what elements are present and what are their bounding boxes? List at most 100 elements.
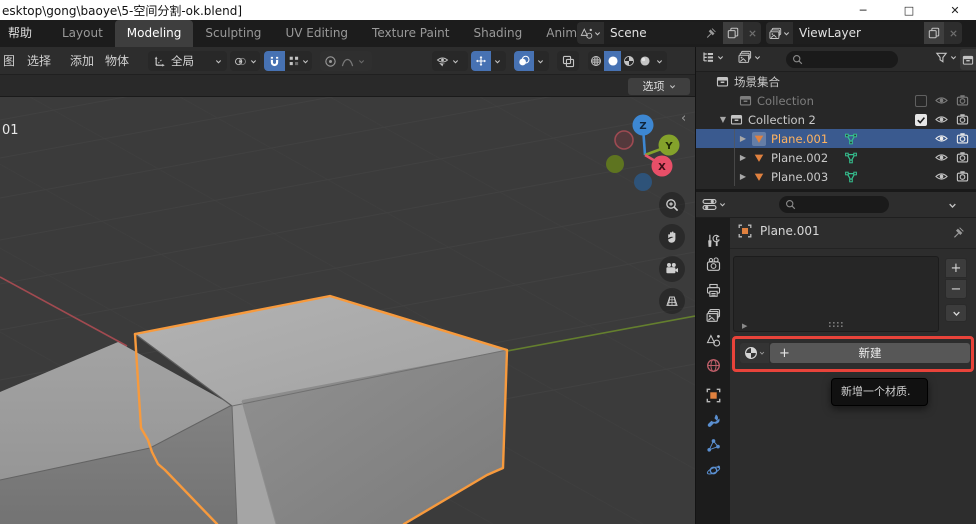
pin-icon[interactable] bbox=[952, 226, 965, 239]
disclosure-closed-icon[interactable]: ▶ bbox=[738, 134, 748, 143]
menu-select[interactable]: 选择 bbox=[27, 47, 51, 75]
grip-dots-icon[interactable] bbox=[829, 322, 847, 327]
show-gizmo-visibility-dropdown[interactable] bbox=[432, 51, 468, 71]
disclosure-open-icon[interactable]: ▼ bbox=[718, 115, 728, 124]
chevron-down-icon[interactable] bbox=[653, 58, 666, 65]
properties-search-input[interactable] bbox=[779, 196, 889, 213]
eye-icon[interactable] bbox=[935, 151, 948, 164]
expand-triangle-icon[interactable]: ▶ bbox=[742, 322, 747, 330]
outliner-row-plane-001[interactable]: ▶ Plane.001 bbox=[696, 129, 976, 148]
editor-type-dropdown[interactable] bbox=[701, 50, 724, 64]
chevron-down-icon[interactable] bbox=[491, 58, 504, 65]
scene-unlink-button[interactable] bbox=[743, 22, 761, 44]
tab-sculpting[interactable]: Sculpting bbox=[193, 20, 273, 47]
camera-visibility-icon[interactable] bbox=[956, 132, 969, 145]
navigation-gizmo[interactable]: Z Y X bbox=[598, 103, 693, 198]
view-layer-browse-button[interactable] bbox=[766, 22, 793, 44]
snap-toggle-button[interactable] bbox=[264, 51, 285, 71]
outliner-search-input[interactable] bbox=[786, 51, 898, 68]
eye-icon[interactable] bbox=[935, 113, 948, 126]
shading-rendered-button[interactable] bbox=[637, 51, 653, 71]
outliner-row-collection[interactable]: Collection bbox=[696, 91, 976, 110]
chevron-down-icon[interactable] bbox=[534, 58, 547, 65]
pin-icon[interactable] bbox=[705, 27, 717, 39]
new-material-button[interactable]: + 新建 bbox=[770, 343, 970, 363]
outliner-row-plane-003[interactable]: ▶ Plane.003 bbox=[696, 167, 976, 186]
gizmo-neg-z-ball[interactable] bbox=[634, 173, 652, 191]
maximize-button[interactable]: □ bbox=[894, 1, 924, 19]
tab-render[interactable] bbox=[696, 253, 730, 275]
scene-browse-button[interactable] bbox=[577, 22, 604, 44]
outliner-row-collection-2[interactable]: ▼ Collection 2 bbox=[696, 110, 976, 129]
camera-visibility-icon[interactable] bbox=[956, 113, 969, 126]
perspective-toggle-button[interactable] bbox=[659, 288, 685, 314]
filter-dropdown[interactable] bbox=[935, 51, 957, 64]
snap-target-dropdown[interactable] bbox=[285, 55, 312, 67]
view-layer-name-field[interactable]: ViewLayer bbox=[793, 22, 924, 44]
tab-world[interactable] bbox=[696, 354, 730, 376]
tab-texture-paint[interactable]: Texture Paint bbox=[360, 20, 461, 47]
exclude-checkbox[interactable] bbox=[915, 95, 927, 107]
menu-help[interactable]: 帮助 bbox=[8, 20, 32, 47]
viewport-3d[interactable]: 01 Z Y X ‹ bbox=[0, 97, 695, 524]
scene-duplicate-button[interactable] bbox=[723, 22, 743, 44]
pan-hand-button[interactable] bbox=[659, 224, 685, 250]
overlays-toggle-button[interactable] bbox=[514, 51, 534, 71]
menu-add[interactable]: 添加 bbox=[70, 47, 94, 75]
eye-icon[interactable] bbox=[935, 132, 948, 145]
properties-editor-type-dropdown[interactable] bbox=[702, 197, 726, 212]
tab-object[interactable] bbox=[696, 384, 730, 406]
camera-visibility-icon[interactable] bbox=[956, 151, 969, 164]
zoom-button[interactable] bbox=[659, 192, 685, 218]
tab-particles[interactable] bbox=[696, 434, 730, 456]
options-dropdown[interactable]: 选项 bbox=[628, 78, 690, 95]
tab-uv-editing[interactable]: UV Editing bbox=[273, 20, 360, 47]
slot-specials-dropdown[interactable] bbox=[945, 304, 967, 322]
shading-solid-button[interactable] bbox=[604, 51, 621, 71]
tab-modeling[interactable]: Modeling bbox=[115, 20, 194, 47]
menu-view[interactable]: 图 bbox=[3, 47, 15, 75]
new-collection-button[interactable] bbox=[960, 49, 976, 70]
menu-object[interactable]: 物体 bbox=[105, 47, 129, 75]
xray-toggle-button[interactable] bbox=[557, 51, 579, 71]
camera-visibility-icon[interactable] bbox=[956, 170, 969, 183]
proportional-edit-icon[interactable] bbox=[324, 55, 337, 68]
tab-tool[interactable] bbox=[696, 229, 730, 251]
pivot-point-dropdown[interactable] bbox=[230, 51, 260, 71]
tab-view-layer[interactable] bbox=[696, 304, 730, 326]
exclude-checkbox[interactable] bbox=[915, 114, 927, 126]
eye-icon[interactable] bbox=[935, 94, 948, 107]
add-slot-button[interactable]: + bbox=[945, 258, 967, 278]
camera-view-button[interactable] bbox=[659, 256, 685, 282]
falloff-curve-icon[interactable] bbox=[341, 55, 354, 68]
tab-shading[interactable]: Shading bbox=[461, 20, 534, 47]
eye-icon[interactable] bbox=[935, 170, 948, 183]
chevron-down-icon[interactable] bbox=[948, 201, 957, 210]
remove-slot-button[interactable]: − bbox=[945, 279, 967, 299]
shading-material-button[interactable] bbox=[621, 51, 637, 71]
outliner-row-scene-collection[interactable]: 场景集合 bbox=[696, 72, 976, 91]
tab-modifiers[interactable] bbox=[696, 409, 730, 431]
outliner-row-plane-002[interactable]: ▶ Plane.002 bbox=[696, 148, 976, 167]
close-button[interactable]: ✕ bbox=[940, 1, 970, 19]
camera-visibility-icon[interactable] bbox=[956, 94, 969, 107]
tab-layout[interactable]: Layout bbox=[50, 20, 115, 47]
minimize-button[interactable]: ─ bbox=[848, 1, 878, 19]
gizmo-neg-x-ball[interactable] bbox=[615, 131, 633, 149]
sidebar-collapse-icon[interactable]: ‹ bbox=[681, 111, 686, 126]
tab-scene[interactable] bbox=[696, 329, 730, 351]
view-layer-remove-button[interactable] bbox=[944, 22, 962, 44]
gizmo-neg-y-ball[interactable] bbox=[606, 155, 624, 173]
browse-material-button[interactable] bbox=[740, 343, 769, 363]
disclosure-closed-icon[interactable]: ▶ bbox=[738, 172, 748, 181]
view-layer-add-button[interactable] bbox=[924, 22, 944, 44]
gizmos-toggle-button[interactable] bbox=[471, 51, 491, 71]
material-slot-list[interactable]: ▶ bbox=[733, 256, 939, 332]
tab-physics[interactable] bbox=[696, 459, 730, 481]
disclosure-closed-icon[interactable]: ▶ bbox=[738, 153, 748, 162]
transform-orientation-dropdown[interactable]: 全局 bbox=[148, 51, 227, 71]
scene-name-field[interactable]: Scene bbox=[604, 22, 723, 44]
display-mode-dropdown[interactable] bbox=[738, 50, 761, 64]
shading-wireframe-button[interactable] bbox=[588, 51, 604, 71]
tab-output[interactable] bbox=[696, 279, 730, 301]
